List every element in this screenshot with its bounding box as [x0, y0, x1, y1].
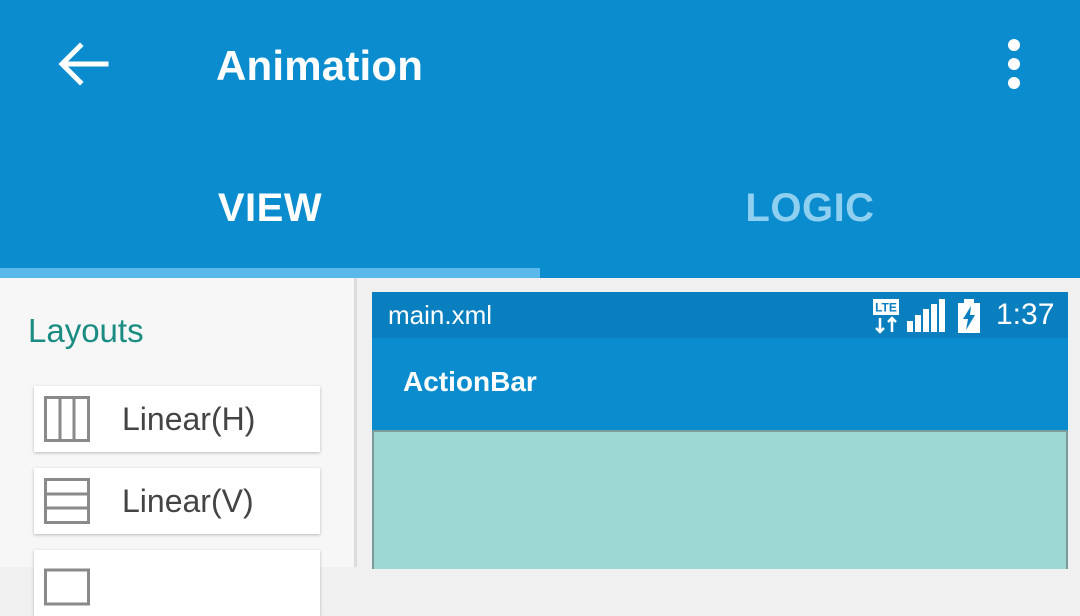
linear-horizontal-icon — [44, 396, 90, 442]
more-vert-icon — [1008, 39, 1020, 89]
app-bar: Animation VIEW LOGIC — [0, 0, 1080, 278]
preview-canvas[interactable] — [372, 430, 1068, 569]
palette-header: Layouts — [28, 312, 144, 349]
layout-preview[interactable]: main.xml LTE 1:37 ActionBar — [372, 292, 1068, 569]
tab-indicator — [0, 268, 540, 278]
battery-charging-icon — [958, 299, 980, 333]
status-icons: LTE — [872, 296, 982, 336]
widget-linear-horizontal[interactable]: Linear(H) — [34, 386, 320, 452]
preview-status-bar: main.xml LTE 1:37 — [372, 292, 1068, 338]
svg-text:LTE: LTE — [875, 301, 897, 315]
page-title: Animation — [216, 42, 424, 89]
lte-icon: LTE — [873, 299, 899, 334]
widget-label: Linear(H) — [122, 400, 256, 437]
widget-linear-vertical[interactable]: Linear(V) — [34, 468, 320, 534]
widget-label: Linear(V) — [122, 482, 254, 519]
tab-view-label: VIEW — [217, 185, 323, 230]
more-options-button[interactable] — [992, 34, 1036, 94]
linear-vertical-icon — [44, 478, 90, 524]
widget-layout[interactable] — [34, 550, 320, 616]
tab-logic[interactable]: LOGIC — [540, 150, 1080, 266]
preview-action-bar[interactable]: ActionBar — [372, 338, 1068, 430]
signal-icon — [907, 299, 945, 332]
tab-logic-label: LOGIC — [745, 185, 875, 230]
tab-view[interactable]: VIEW — [0, 150, 540, 266]
arrow-left-icon — [58, 42, 109, 86]
back-button[interactable] — [52, 36, 116, 92]
preview-time: 1:37 — [996, 298, 1055, 331]
preview-filename: main.xml — [388, 300, 493, 330]
action-bar-title: ActionBar — [403, 366, 537, 397]
